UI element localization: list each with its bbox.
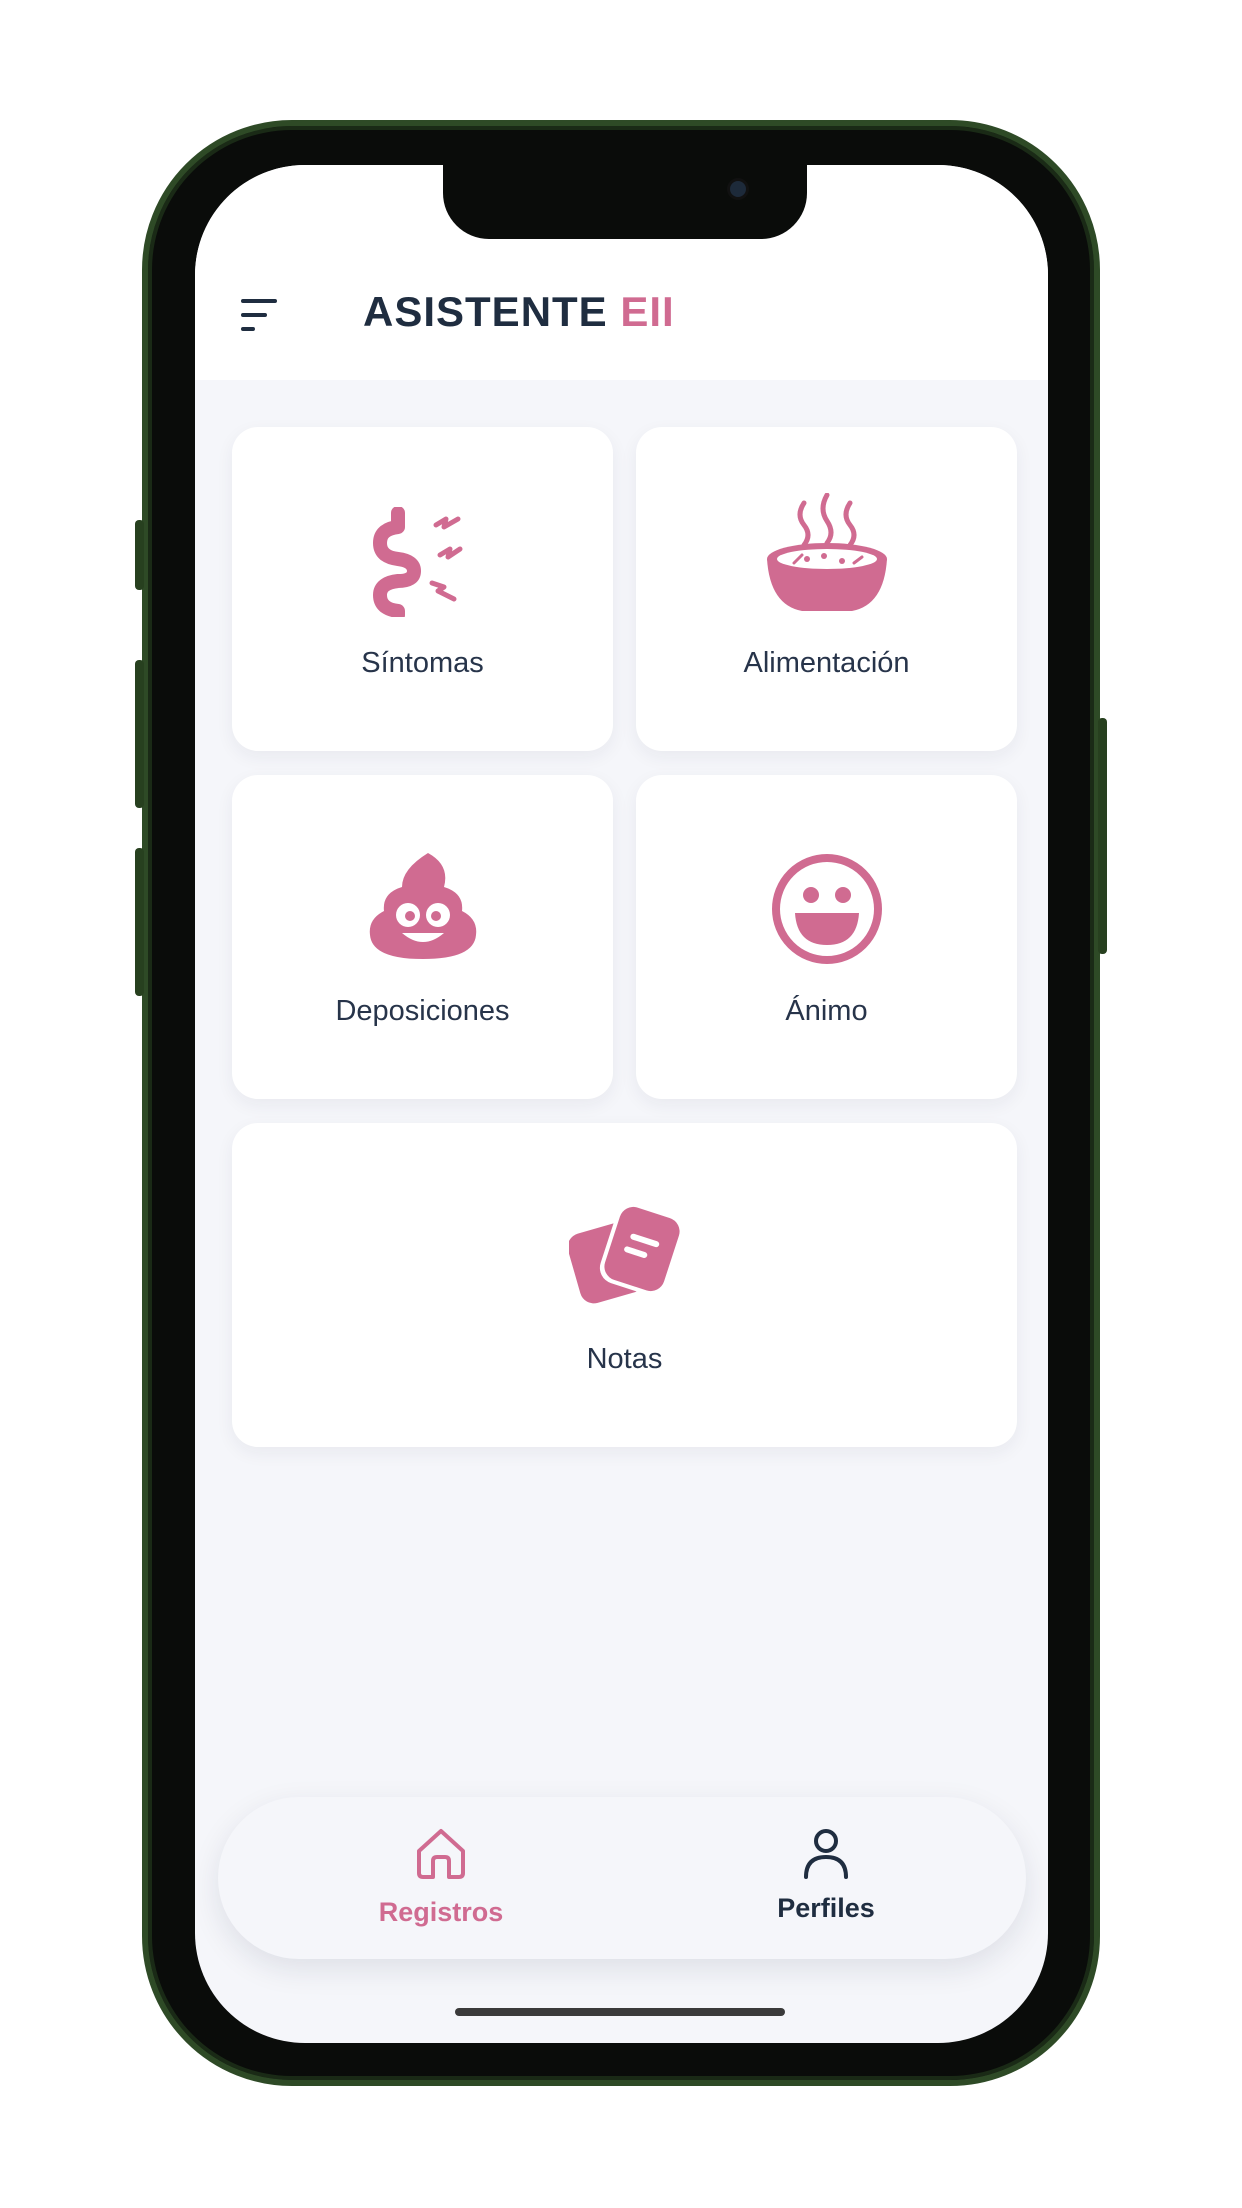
card-label-sintomas: Síntomas (361, 647, 484, 679)
app-title: ASISTENTE EII (363, 287, 675, 337)
volume-up-button (135, 660, 144, 808)
card-label-deposiciones: Deposiciones (335, 995, 510, 1027)
nav-label-registros: Registros (378, 1897, 504, 1927)
bottom-nav: Registros Perfiles (218, 1797, 1026, 1959)
menu-icon (241, 299, 277, 331)
card-label-animo: Ánimo (785, 995, 868, 1027)
device-notch (443, 165, 807, 239)
front-camera (730, 181, 746, 197)
card-notas[interactable]: Notas (232, 1123, 1017, 1447)
soup-pot-icon (766, 493, 887, 611)
card-deposiciones[interactable]: Deposiciones (232, 775, 613, 1099)
notes-icon (568, 1202, 681, 1304)
card-sintomas[interactable]: Síntomas (232, 427, 613, 751)
mute-switch (135, 520, 144, 590)
home-icon (417, 1829, 465, 1879)
nav-item-perfiles[interactable]: Perfiles (676, 1797, 976, 1959)
app-title-main: ASISTENTE (363, 288, 608, 335)
app-screen: ASISTENTE EII Síntomas Alimentación Depo… (195, 165, 1048, 2043)
menu-button[interactable] (241, 297, 285, 333)
smiley-icon (771, 854, 882, 964)
nav-item-registros[interactable]: Registros (291, 1797, 591, 1959)
card-animo[interactable]: Ánimo (636, 775, 1017, 1099)
nav-label-perfiles: Perfiles (777, 1893, 875, 1923)
user-icon (804, 1829, 848, 1879)
home-indicator[interactable] (455, 2008, 785, 2016)
card-label-alimentacion: Alimentación (743, 647, 910, 679)
intestine-icon (372, 507, 462, 617)
poop-icon (369, 853, 476, 959)
power-button (1098, 718, 1107, 954)
app-title-accent: EII (620, 288, 675, 335)
card-alimentacion[interactable]: Alimentación (636, 427, 1017, 751)
volume-down-button (135, 848, 144, 996)
card-label-notas: Notas (586, 1343, 663, 1375)
